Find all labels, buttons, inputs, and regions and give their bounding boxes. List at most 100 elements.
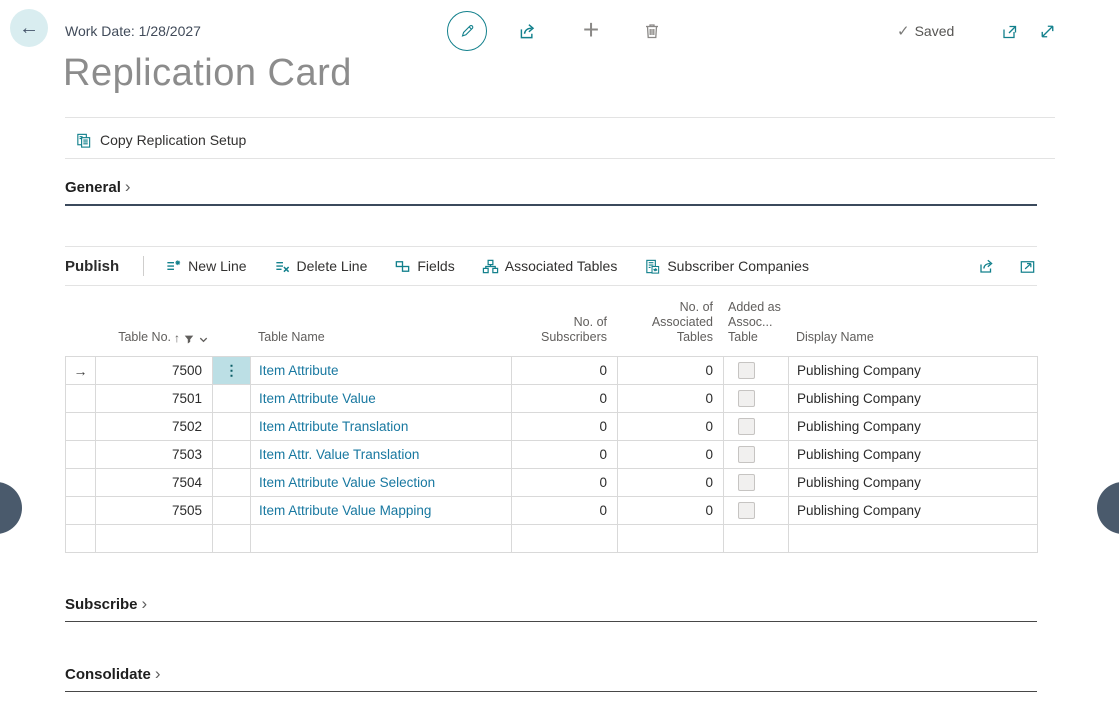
open-in-new-window-button[interactable] [999,21,1021,43]
popout-window-icon [1000,22,1020,42]
table-no-cell[interactable] [96,525,213,552]
table-name-link[interactable]: Item Attribute Value Selection [259,475,435,490]
edit-button[interactable] [447,11,487,51]
added-as-assoc-checkbox[interactable] [738,362,755,379]
section-general[interactable]: General › [65,179,1037,206]
fields-label: Fields [417,258,454,274]
resize-arrows-icon [1037,21,1058,42]
publish-part-toolbar: Publish New Line Delete Line Fields Asso [65,246,1037,286]
table-name-link[interactable]: Item Attribute Translation [259,419,408,434]
column-header-table-name[interactable]: Table Name [250,330,511,352]
table-no-cell[interactable]: 7500 [96,357,213,384]
column-header-no-of-subscribers[interactable]: No. of Subscribers [511,315,617,352]
display-name-cell[interactable]: Publishing Company [789,413,1038,440]
row-options-button[interactable] [213,413,251,440]
display-name-cell[interactable]: Publishing Company [789,469,1038,496]
work-date-label: Work Date: 1/28/2027 [65,23,201,39]
subscribers-cell[interactable]: 0 [512,385,618,412]
copy-replication-setup-button[interactable]: Copy Replication Setup [75,127,246,153]
table-no-cell[interactable]: 7504 [96,469,213,496]
row-options-button[interactable] [213,497,251,524]
check-icon: ✓ [897,22,910,40]
table-row: 7503 Item Attr. Value Translation 0 0 Pu… [66,441,1038,469]
delete-line-button[interactable]: Delete Line [274,258,368,275]
display-name-cell[interactable]: Publishing Company [789,357,1038,384]
added-as-assoc-checkbox[interactable] [738,474,755,491]
maximize-button[interactable] [1036,20,1059,43]
sort-ascending-icon: ↑ [174,331,180,345]
associated-tables-cell[interactable]: 0 [618,413,724,440]
associated-tables-button[interactable]: Associated Tables [482,258,618,275]
added-as-assoc-checkbox[interactable] [738,502,755,519]
fields-button[interactable]: Fields [394,258,454,275]
table-row: 7504 Item Attribute Value Selection 0 0 … [66,469,1038,497]
subscribers-cell[interactable]: 0 [512,413,618,440]
display-name-cell[interactable]: Publishing Company [789,385,1038,412]
org-chart-icon [482,258,499,275]
publish-table: → 7500 ⋮ Item Attribute 0 0 Publishing C… [65,356,1038,553]
column-header-no-of-associated-tables[interactable]: No. of Associated Tables [617,300,723,352]
copy-pages-icon [75,132,92,149]
export-box-icon [1018,257,1037,276]
table-row: 7502 Item Attribute Translation 0 0 Publ… [66,413,1038,441]
added-as-assoc-checkbox[interactable] [738,418,755,435]
column-header-added-as-assoc-table[interactable]: Added as Assoc... Table [723,300,788,352]
subscribers-cell[interactable]: 0 [512,357,618,384]
saved-label: Saved [915,23,955,39]
share-icon [977,256,997,276]
row-options-button[interactable] [213,441,251,468]
new-line-button[interactable]: New Line [165,258,246,275]
section-consolidate[interactable]: Consolidate › [65,666,1037,692]
divider [65,158,1055,159]
table-row: 7505 Item Attribute Value Mapping 0 0 Pu… [66,497,1038,525]
table-header-row: Table No. ↑ Table Name No. of Subscriber… [65,286,1037,352]
row-options-button[interactable]: ⋮ [213,357,251,384]
subscribers-cell[interactable]: 0 [512,441,618,468]
fields-icon [394,258,411,275]
column-header-display-name[interactable]: Display Name [788,330,1037,352]
table-no-cell[interactable]: 7505 [96,497,213,524]
page-title: Replication Card [63,52,352,95]
new-record-button[interactable]: + [577,13,605,47]
associated-tables-cell[interactable]: 0 [618,385,724,412]
table-name-link[interactable]: Item Attribute Value [259,391,376,406]
added-as-assoc-checkbox[interactable] [738,390,755,407]
table-name-link[interactable]: Item Attribute [259,363,339,378]
open-part-button[interactable] [1018,257,1037,276]
display-name-cell[interactable]: Publishing Company [789,497,1038,524]
table-no-header-label: Table No. [118,330,171,345]
new-line-label: New Line [188,258,246,274]
section-subscribe-label: Subscribe [65,596,138,613]
table-no-cell[interactable]: 7503 [96,441,213,468]
column-header-table-no[interactable]: Table No. ↑ [65,330,212,352]
next-record-button[interactable] [1097,482,1119,534]
row-options-button[interactable] [213,385,251,412]
table-no-cell[interactable]: 7502 [96,413,213,440]
subscriber-companies-label: Subscriber Companies [667,258,809,274]
associated-tables-cell[interactable]: 0 [618,497,724,524]
previous-record-button[interactable] [0,482,22,534]
subscribers-cell[interactable]: 0 [512,469,618,496]
row-options-button[interactable] [213,469,251,496]
filter-icon [183,333,195,345]
section-consolidate-label: Consolidate [65,666,151,683]
back-button[interactable]: ← [10,9,48,47]
ellipsis-icon: ⋮ [225,362,239,379]
added-as-assoc-checkbox[interactable] [738,446,755,463]
section-subscribe[interactable]: Subscribe › [65,596,1037,622]
share-button[interactable] [516,19,540,43]
associated-tables-cell[interactable]: 0 [618,469,724,496]
display-name-cell[interactable]: Publishing Company [789,441,1038,468]
subscriber-companies-button[interactable]: Subscriber Companies [644,258,809,275]
replication-card-page: ← Work Date: 1/28/2027 + ✓ Saved Replica… [0,0,1119,702]
section-publish-label: Publish [65,258,119,275]
table-name-link[interactable]: Item Attribute Value Mapping [259,503,431,518]
table-no-cell[interactable]: 7501 [96,385,213,412]
associated-tables-cell[interactable]: 0 [618,357,724,384]
share-part-button[interactable] [977,256,997,276]
table-name-link[interactable]: Item Attr. Value Translation [259,447,419,462]
save-status: ✓ Saved [897,22,954,40]
associated-tables-cell[interactable]: 0 [618,441,724,468]
subscribers-cell[interactable]: 0 [512,497,618,524]
delete-record-button[interactable] [640,19,664,43]
